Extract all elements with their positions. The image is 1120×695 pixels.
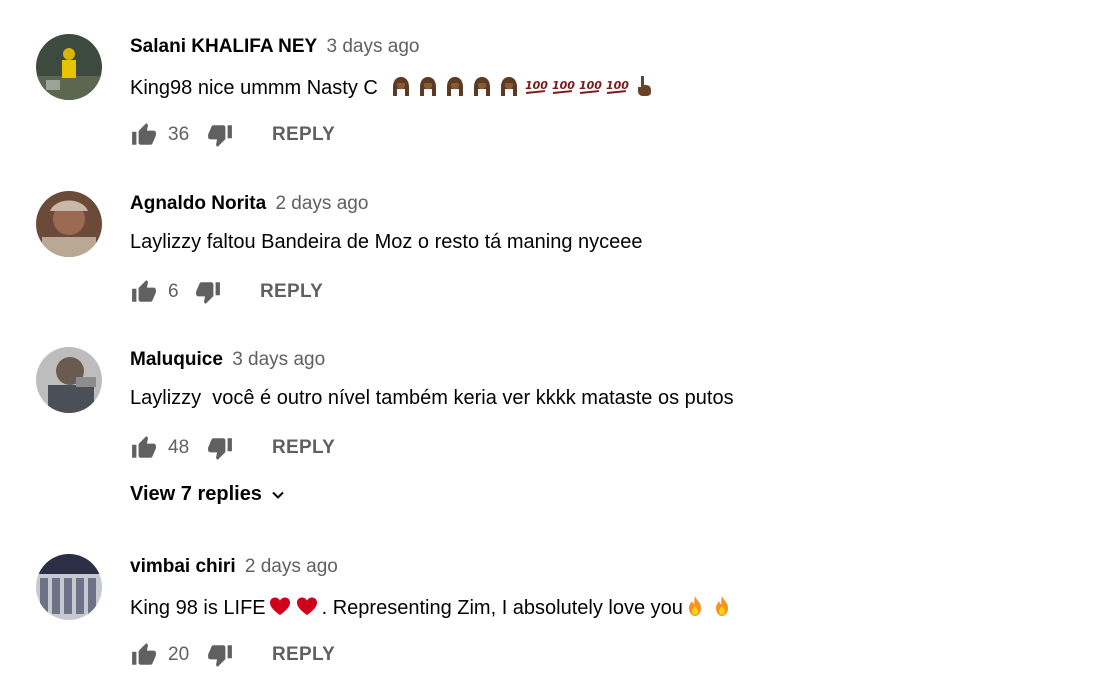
comment-text-content: King98 nice ummm Nasty C xyxy=(130,77,378,99)
comment-header: Agnaldo Norita 2 days ago xyxy=(130,193,368,215)
reply-button[interactable]: REPLY xyxy=(260,281,323,303)
comment-header: vimbai chiri 2 days ago xyxy=(130,556,338,578)
pointing-hand-icon xyxy=(632,74,656,98)
comment-text: Laylizzy você é outro nível também keria… xyxy=(130,387,734,409)
reply-button[interactable]: REPLY xyxy=(272,437,335,459)
avatar[interactable] xyxy=(36,191,102,257)
comment-time[interactable]: 3 days ago xyxy=(327,36,420,57)
comment-text: King98 nice ummm Nasty C xyxy=(130,74,659,100)
comment-time[interactable]: 3 days ago xyxy=(232,349,325,370)
reply-button[interactable]: REPLY xyxy=(272,124,335,146)
comment-actions: 36 REPLY xyxy=(130,122,335,148)
person-hands-on-head-icon xyxy=(416,74,440,98)
author-name[interactable]: vimbai chiri xyxy=(130,556,236,577)
thumb-down-icon[interactable] xyxy=(206,642,234,668)
comment-actions: 6 REPLY xyxy=(130,279,323,305)
comment-actions: 20 REPLY xyxy=(130,642,335,668)
comment-text-content: King 98 is LIFE xyxy=(130,597,266,619)
comment-actions: 48 REPLY xyxy=(130,435,335,461)
thumb-up-icon[interactable] xyxy=(130,435,158,461)
comment-text: King 98 is LIFE . Representing Zim, I abs… xyxy=(130,594,737,620)
avatar[interactable] xyxy=(36,34,102,100)
reply-button[interactable]: REPLY xyxy=(272,644,335,666)
person-hands-on-head-icon xyxy=(389,74,413,98)
thumb-up-icon[interactable] xyxy=(130,642,158,668)
avatar[interactable] xyxy=(36,554,102,620)
like-count: 48 xyxy=(168,437,190,458)
emoji-group xyxy=(683,597,737,619)
like-count: 6 xyxy=(168,281,179,302)
author-name[interactable]: Agnaldo Norita xyxy=(130,193,266,214)
thumb-up-icon[interactable] xyxy=(130,279,158,305)
like-count: 36 xyxy=(168,124,190,145)
red-heart-icon xyxy=(268,594,292,618)
avatar[interactable] xyxy=(36,347,102,413)
thumb-down-icon[interactable] xyxy=(206,122,234,148)
person-hands-on-head-icon xyxy=(443,74,467,98)
thumb-down-icon[interactable] xyxy=(206,435,234,461)
comment-header: Maluquice 3 days ago xyxy=(130,349,325,371)
comment-text-content: . Representing Zim, I absolutely love yo… xyxy=(321,597,683,619)
chevron-down-icon xyxy=(272,491,284,499)
hundred-points-icon xyxy=(524,74,548,98)
author-name[interactable]: Maluquice xyxy=(130,349,223,370)
author-name[interactable]: Salani KHALIFA NEY xyxy=(130,36,317,57)
fire-icon xyxy=(710,594,734,618)
hundred-points-icon xyxy=(605,74,629,98)
emoji-group xyxy=(389,77,659,99)
view-replies-button[interactable]: View 7 replies xyxy=(130,483,288,506)
thumb-up-icon[interactable] xyxy=(130,122,158,148)
red-heart-icon xyxy=(295,594,319,618)
hundred-points-icon xyxy=(578,74,602,98)
comment-header: Salani KHALIFA NEY 3 days ago xyxy=(130,36,419,58)
view-replies-label: View 7 replies xyxy=(130,483,262,505)
thumb-down-icon[interactable] xyxy=(194,279,222,305)
person-hands-on-head-icon xyxy=(497,74,521,98)
hundred-points-icon xyxy=(551,74,575,98)
comment-time[interactable]: 2 days ago xyxy=(245,556,338,577)
fire-icon xyxy=(683,594,707,618)
like-count: 20 xyxy=(168,644,190,665)
person-hands-on-head-icon xyxy=(470,74,494,98)
comment-text: Laylizzy faltou Bandeira de Moz o resto … xyxy=(130,231,643,253)
emoji-group xyxy=(268,597,322,619)
comment-time[interactable]: 2 days ago xyxy=(275,193,368,214)
